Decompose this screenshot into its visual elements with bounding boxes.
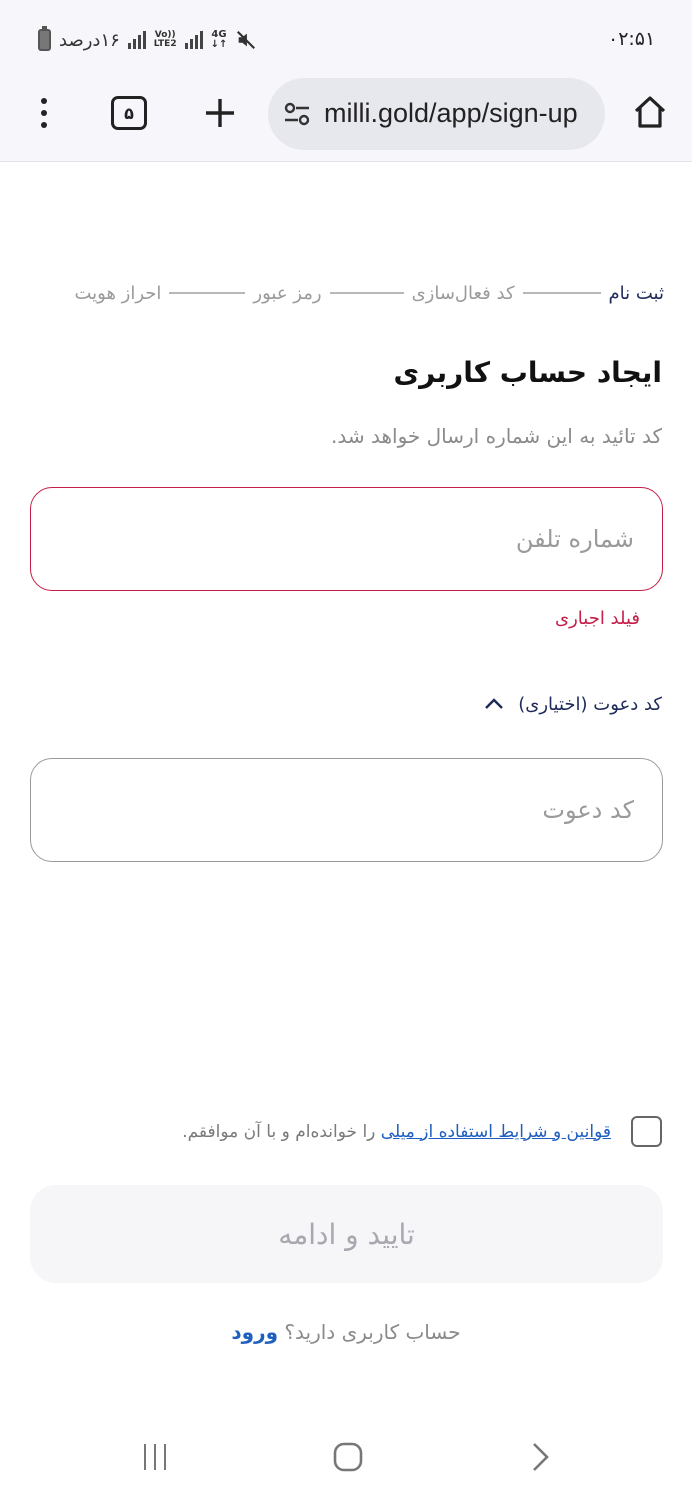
terms-row: قوانین و شرایط استفاده از میلی را خوانده…	[182, 1116, 662, 1147]
url-text: milli.gold/app/sign-up	[324, 98, 578, 128]
home-icon[interactable]	[630, 92, 670, 132]
invite-code-toggle-label: کد دعوت (اختیاری)	[518, 694, 662, 715]
battery-percentage: ۱۶درصد	[59, 29, 120, 51]
volte-icon: Vo)) LTE2	[154, 31, 177, 49]
login-prompt: حساب کاربری دارید؟ ورود	[0, 1320, 692, 1344]
tab-count: ۵	[124, 103, 134, 123]
more-vert-icon[interactable]	[26, 92, 62, 134]
login-link[interactable]: ورود	[231, 1320, 278, 1344]
url-bar[interactable]: milli.gold/app/sign-up	[268, 78, 605, 150]
step-activation-code: کد فعال‌سازی	[411, 282, 515, 304]
back-icon[interactable]	[520, 1440, 560, 1474]
clock: ۰۲:۵۱	[608, 28, 656, 50]
invite-code-toggle[interactable]: کد دعوت (اختیاری)	[484, 694, 662, 715]
step-divider	[329, 292, 404, 294]
tabs-icon[interactable]: ۵	[111, 96, 147, 130]
browser-toolbar: ۵ milli.gold/app/sign-up	[0, 72, 692, 162]
page-title: ایجاد حساب کاربری	[393, 356, 662, 389]
signal-icon	[127, 31, 146, 49]
home-button-icon[interactable]	[328, 1440, 368, 1474]
page-subtitle: کد تائید به این شماره ارسال خواهد شد.	[331, 424, 662, 448]
system-nav-bar	[0, 1410, 692, 1500]
login-prompt-text: حساب کاربری دارید؟	[278, 1320, 461, 1344]
mute-icon	[235, 29, 257, 51]
step-signup: ثبت نام	[608, 282, 664, 304]
signup-stepper: ثبت نام کد فعال‌سازی رمز عبور احراز هویت	[30, 278, 664, 308]
step-password: رمز عبور	[253, 282, 322, 304]
step-identity-verification: احراز هویت	[74, 282, 162, 304]
4g-icon: 4G ↓↑	[210, 29, 228, 50]
terms-link[interactable]: قوانین و شرایط استفاده از میلی	[381, 1122, 611, 1142]
terms-text: قوانین و شرایط استفاده از میلی را خوانده…	[182, 1122, 611, 1142]
plus-icon[interactable]	[201, 94, 239, 132]
network-label: 4G	[211, 29, 227, 40]
chevron-up-icon	[484, 695, 504, 714]
phone-input[interactable]	[31, 488, 662, 590]
invite-code-input[interactable]	[31, 759, 662, 861]
phone-field[interactable]	[30, 487, 663, 591]
step-divider	[169, 292, 246, 294]
battery-icon	[38, 26, 51, 51]
recent-apps-icon[interactable]	[135, 1440, 175, 1474]
invite-code-field[interactable]	[30, 758, 663, 862]
tune-icon[interactable]	[282, 100, 312, 128]
status-bar: ۱۶درصد Vo)) LTE2 4G ↓↑ ۰۲:۵۱	[0, 0, 692, 72]
signal-icon-2	[184, 31, 203, 49]
status-icons: ۱۶درصد Vo)) LTE2 4G ↓↑	[38, 24, 257, 56]
step-divider	[522, 292, 601, 294]
terms-checkbox[interactable]	[631, 1116, 662, 1147]
lte-label: LTE2	[153, 39, 177, 49]
confirm-continue-button[interactable]: تایید و ادامه	[30, 1185, 663, 1283]
terms-suffix: را خوانده‌ام و با آن موافقم.	[182, 1121, 381, 1142]
phone-error-message: فیلد اجباری	[555, 608, 640, 629]
